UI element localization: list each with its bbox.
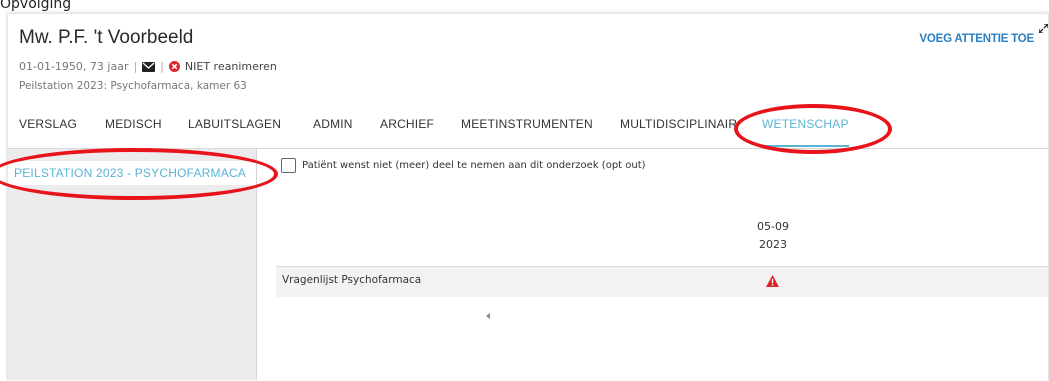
warning-icon[interactable] (766, 274, 779, 292)
expand-icon[interactable] (1038, 20, 1049, 38)
optout-option: Patiënt wenst niet (meer) deel te nemen … (281, 158, 646, 173)
tab-archief[interactable]: ARCHIEF (380, 114, 434, 147)
sidebar-item-peilstation[interactable]: PEILSTATION 2023 - PSYCHOFARMACA (8, 161, 256, 185)
birth-age: 01-01-1950, 73 jaar (19, 60, 129, 73)
tab-multidisciplinair[interactable]: MULTIDISCIPLINAIR (620, 114, 737, 147)
patient-meta: 01-01-1950, 73 jaar | | NIET reanimeren (19, 60, 277, 73)
tab-clip: MULTIDISCIPLINAIR (620, 114, 738, 147)
tab-medisch[interactable]: MEDISCH (105, 114, 162, 147)
separator: | (133, 60, 138, 73)
date-column-header: 05-09 2023 (743, 218, 803, 254)
resuscitation-status: NIET reanimeren (184, 60, 277, 73)
optout-checkbox[interactable] (281, 158, 296, 173)
sidebar: PEILSTATION 2023 - PSYCHOFARMACA (8, 149, 257, 380)
tab-verslag[interactable]: VERSLAG (19, 114, 77, 147)
mail-icon[interactable] (142, 61, 156, 72)
separator: | (160, 60, 164, 73)
tab-wetenschap[interactable]: WETENSCHAP (762, 114, 849, 147)
table-row: Vragenlijst Psychofarmaca (276, 267, 1048, 297)
date-day-month: 05-09 (757, 220, 789, 233)
patient-location: Peilstation 2023: Psychofarmaca, kamer 6… (19, 80, 247, 92)
tab-meetinstrumenten[interactable]: MEETINSTRUMENTEN (461, 114, 593, 147)
patient-panel: Mw. P.F. 't Voorbeeld 01-01-1950, 73 jaa… (7, 14, 1049, 380)
scroll-left-arrow-icon[interactable] (486, 306, 491, 324)
date-year: 2023 (759, 238, 787, 251)
tab-bar: VERSLAG MEDISCH LABUITSLAGEN ADMIN ARCHI… (8, 114, 1048, 149)
optout-label: Patiënt wenst niet (meer) deel te nemen … (302, 160, 646, 171)
no-resuscitation-icon (168, 61, 180, 72)
row-label: Vragenlijst Psychofarmaca (282, 274, 422, 286)
patient-name: Mw. P.F. 't Voorbeeld (19, 27, 194, 48)
tab-labuitslagen[interactable]: LABUITSLAGEN (188, 114, 281, 147)
tab-admin[interactable]: ADMIN (313, 114, 353, 147)
add-attention-button[interactable]: VOEG ATTENTIE TOE (919, 33, 1034, 45)
